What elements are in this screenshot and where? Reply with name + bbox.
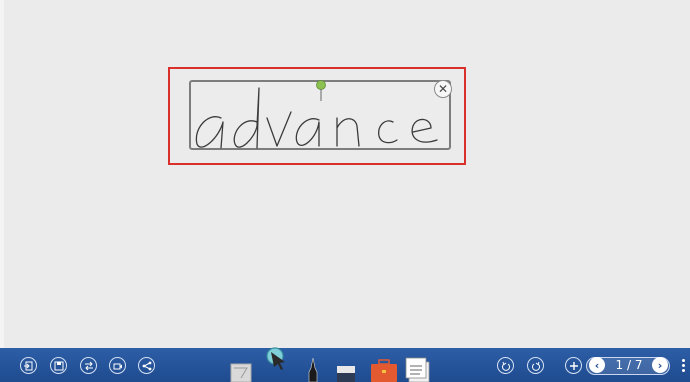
save-icon[interactable] — [50, 357, 67, 374]
redo-icon[interactable] — [527, 357, 544, 374]
select-tool-icon[interactable] — [266, 347, 285, 370]
pen-tool-icon[interactable] — [308, 357, 318, 382]
center-toolset — [230, 347, 430, 382]
share-icon[interactable] — [138, 357, 155, 374]
whiteboard-canvas[interactable] — [0, 0, 690, 348]
record-icon[interactable] — [109, 357, 126, 374]
next-page-button[interactable]: › — [652, 357, 668, 373]
prev-page-button[interactable]: ‹ — [589, 357, 605, 373]
more-options-icon[interactable] — [680, 358, 686, 374]
page-indicator: 1 / 7 — [615, 358, 643, 372]
switch-icon[interactable] — [80, 357, 97, 374]
close-icon[interactable]: ✕ — [434, 80, 452, 98]
background-tool-icon[interactable] — [230, 363, 252, 382]
eraser-tool-icon[interactable] — [337, 366, 355, 382]
add-page-icon[interactable] — [565, 357, 582, 374]
canvas-edge — [0, 0, 4, 348]
notes-icon[interactable] — [405, 357, 430, 382]
import-icon[interactable] — [20, 357, 37, 374]
pin-icon[interactable] — [316, 80, 326, 102]
undo-icon[interactable] — [497, 357, 514, 374]
toolbox-icon[interactable] — [371, 359, 397, 382]
